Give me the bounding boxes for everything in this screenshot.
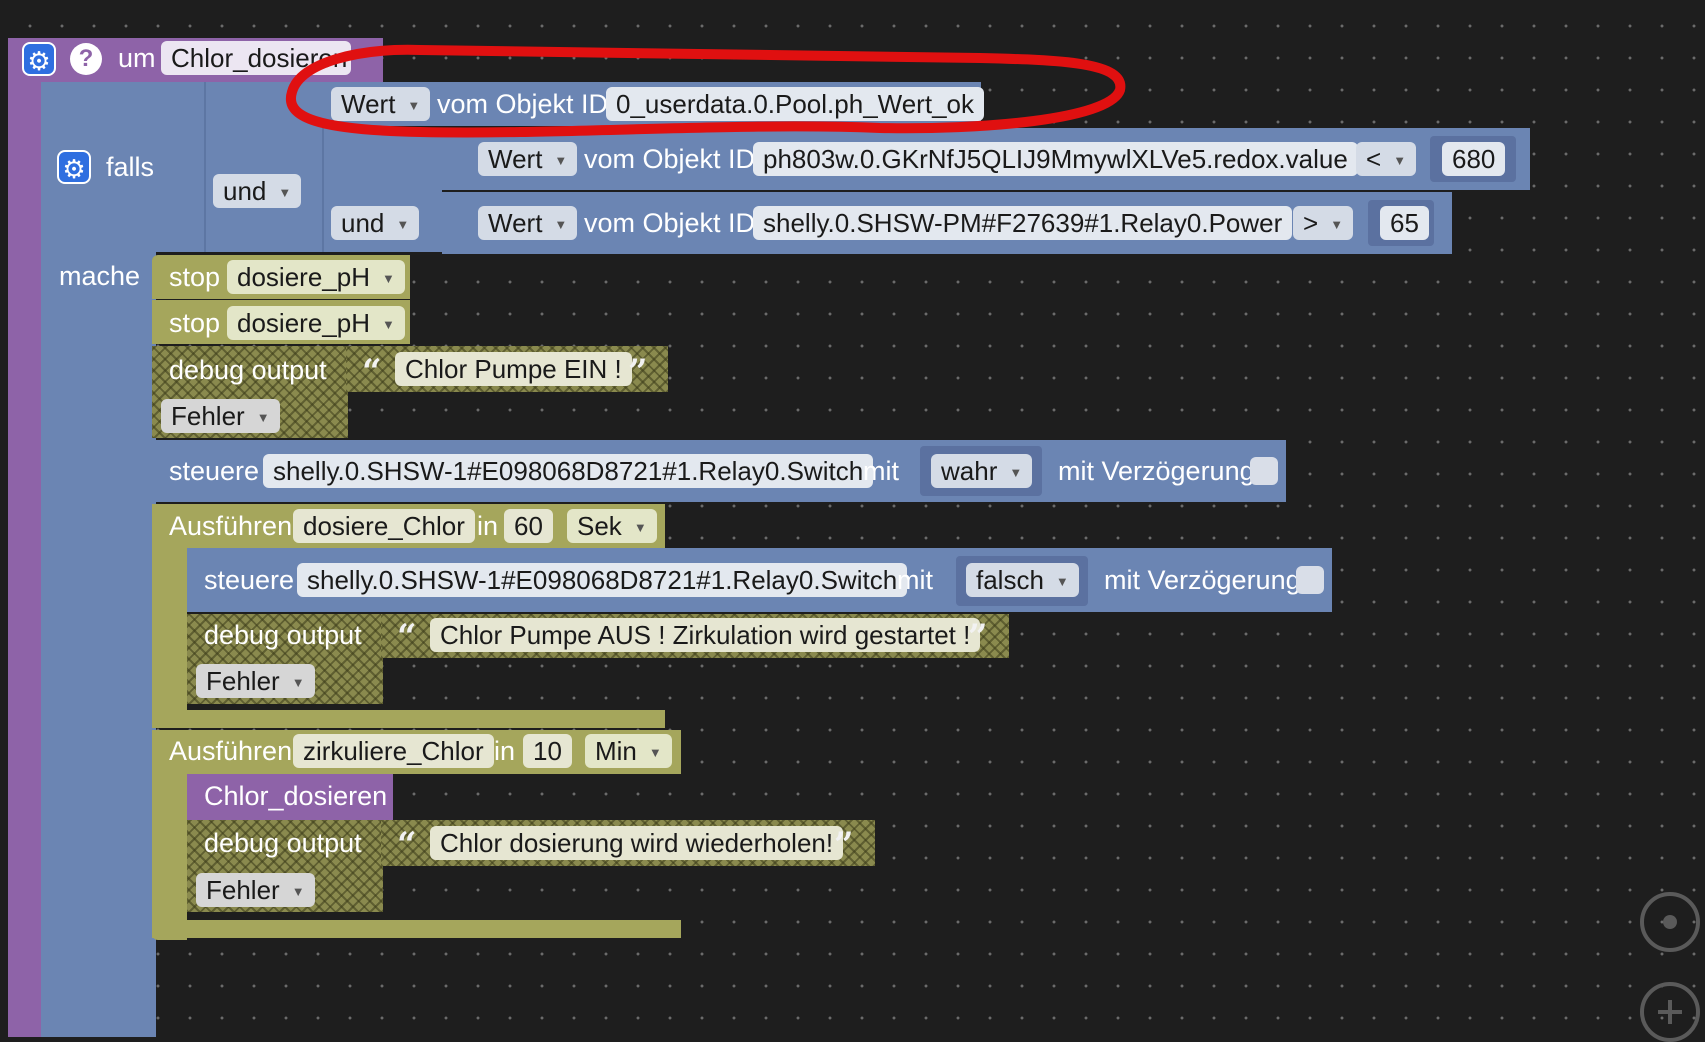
debug-text-field-1[interactable]: Chlor Pumpe EIN ! xyxy=(395,352,632,386)
timer-name-field-1[interactable]: dosiere_Chlor xyxy=(293,509,475,543)
quote-open-icon: “ xyxy=(397,617,417,657)
delay-label-1: mit Verzögerung xyxy=(1058,456,1255,486)
timer-amount-field-2[interactable]: 10 xyxy=(523,734,572,768)
timer-label-1: Ausführen xyxy=(169,511,293,541)
delay-checkbox-1[interactable] xyxy=(1250,457,1278,485)
zoom-in-icon[interactable] xyxy=(1640,982,1700,1042)
object-id-field-2[interactable]: ph803w.0.GKrNfJ5QLIJ9MmywlXLVe5.redox.va… xyxy=(753,142,1358,176)
object-id-label-1: vom Objekt ID xyxy=(437,89,609,119)
timer-block-2-footer[interactable] xyxy=(152,920,681,938)
center-view-icon[interactable] xyxy=(1640,892,1700,952)
quote-open-icon: “ xyxy=(397,825,417,865)
timer-amount-field-1[interactable]: 60 xyxy=(504,509,553,543)
do-label: mache xyxy=(59,261,141,291)
left-edge-fragment xyxy=(0,40,8,60)
stop-target-dropdown-2[interactable]: dosiere_pH ▼ xyxy=(227,306,405,340)
delay-checkbox-2[interactable] xyxy=(1296,566,1324,594)
object-id-field-1[interactable]: 0_userdata.0.Pool.ph_Wert_ok xyxy=(606,87,984,121)
timer-name-field-2[interactable]: zirkuliere_Chlor xyxy=(293,734,494,768)
control-with-label-2: mit xyxy=(897,565,933,595)
control-label-1: steuere xyxy=(169,456,260,486)
log-level-dropdown-1[interactable]: Fehler ▼ xyxy=(161,399,280,433)
and-operator-outer[interactable]: und ▼ xyxy=(213,174,302,208)
function-prefix-label: um xyxy=(118,43,156,73)
number-field-3[interactable]: 65 xyxy=(1380,206,1429,240)
control-with-label-1: mit xyxy=(863,456,899,486)
stop-label-1: stop xyxy=(169,262,221,292)
quote-open-icon: “ xyxy=(362,352,382,392)
timer-in-label-2: in xyxy=(494,736,516,766)
timer-label-2: Ausführen xyxy=(169,736,293,766)
quote-close-icon: ” xyxy=(834,825,854,865)
control-object-id-2[interactable]: shelly.0.SHSW-1#E098068D8721#1.Relay0.Sw… xyxy=(297,563,908,597)
zoom-in-plus-v xyxy=(1668,1000,1672,1024)
timer-in-label-1: in xyxy=(477,511,499,541)
debug-label-1: debug output xyxy=(169,355,327,385)
timer-block-1-footer[interactable] xyxy=(152,710,665,728)
gear-icon[interactable]: ⚙ xyxy=(22,42,56,76)
debug-text-field-2[interactable]: Chlor Pumpe AUS ! Zirkulation wird gesta… xyxy=(430,618,981,652)
value-property-dropdown-2[interactable]: Wert ▼ xyxy=(478,142,578,176)
object-id-label-2: vom Objekt ID xyxy=(584,144,756,174)
center-dot xyxy=(1663,915,1677,929)
if-label: falls xyxy=(106,152,155,182)
timer-unit-dropdown-1[interactable]: Sek ▼ xyxy=(567,509,657,543)
stop-label-2: stop xyxy=(169,308,221,338)
log-level-dropdown-2[interactable]: Fehler ▼ xyxy=(196,664,315,698)
gear-icon[interactable]: ⚙ xyxy=(57,150,91,184)
function-block[interactable] xyxy=(8,38,45,1037)
delay-label-2: mit Verzögerung xyxy=(1104,565,1301,595)
function-name-field[interactable]: Chlor_dosieren xyxy=(161,41,351,75)
debug-label-3: debug output xyxy=(204,828,362,858)
object-id-field-3[interactable]: shelly.0.SHSW-PM#F27639#1.Relay0.Power xyxy=(753,206,1293,240)
compare-operator-2[interactable]: < ▼ xyxy=(1356,142,1417,176)
compare-operator-3[interactable]: > ▼ xyxy=(1293,206,1354,240)
debug-text-field-3[interactable]: Chlor dosierung wird wiederholen! xyxy=(430,826,844,860)
control-label-2: steuere xyxy=(204,565,295,595)
stop-target-dropdown-1[interactable]: dosiere_pH ▼ xyxy=(227,260,405,294)
timer-unit-dropdown-2[interactable]: Min ▼ xyxy=(585,734,672,768)
bool-dropdown-1[interactable]: wahr ▼ xyxy=(931,454,1033,488)
control-object-id-1[interactable]: shelly.0.SHSW-1#E098068D8721#1.Relay0.Sw… xyxy=(263,454,874,488)
and-block-outer[interactable] xyxy=(204,82,322,252)
help-icon[interactable]: ? xyxy=(70,43,102,75)
quote-close-icon: ” xyxy=(628,352,648,392)
value-property-dropdown-1[interactable]: Wert ▼ xyxy=(331,87,431,121)
function-call-label: Chlor_dosieren xyxy=(204,781,388,811)
log-level-dropdown-3[interactable]: Fehler ▼ xyxy=(196,873,315,907)
object-id-label-3: vom Objekt ID xyxy=(584,208,756,238)
value-property-dropdown-3[interactable]: Wert ▼ xyxy=(478,206,578,240)
and-operator-inner[interactable]: und ▼ xyxy=(331,206,420,240)
quote-close-icon: ” xyxy=(968,617,988,657)
number-field-2[interactable]: 680 xyxy=(1442,142,1506,176)
bool-dropdown-2[interactable]: falsch ▼ xyxy=(966,563,1079,597)
debug-label-2: debug output xyxy=(204,620,362,650)
